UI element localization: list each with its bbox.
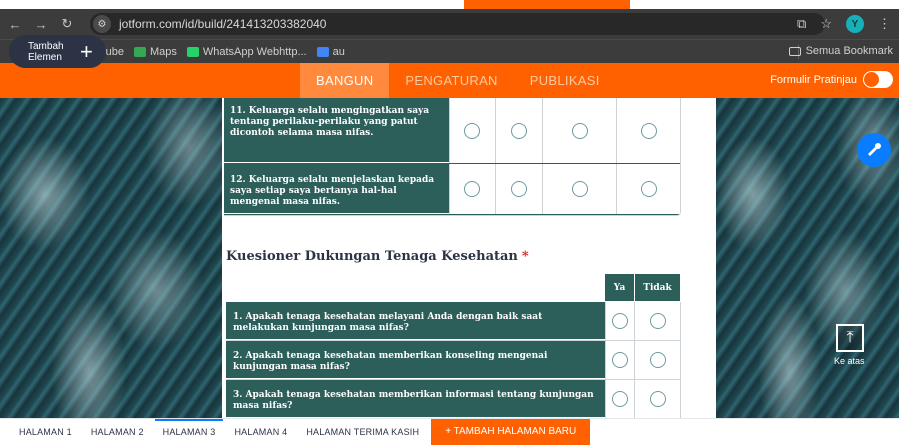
profile-avatar[interactable]: Y bbox=[846, 15, 864, 33]
bookmark-label: WhatsApp Webhttp... bbox=[202, 45, 307, 58]
builder-tab[interactable]: BANGUN bbox=[300, 63, 390, 98]
radio-button[interactable] bbox=[640, 181, 657, 197]
address-bar[interactable]: ⚙ jotform.com/id/build/241413203382040 bbox=[90, 13, 825, 35]
plus-icon: + bbox=[80, 38, 93, 64]
matrix-column-header: Ya bbox=[605, 274, 634, 301]
matrix-cell[interactable] bbox=[495, 164, 542, 214]
bookmark-star-icon[interactable]: ☆ bbox=[820, 16, 832, 32]
matrix-question: 2. Apakah tenaga kesehatan memberikan ko… bbox=[226, 341, 605, 379]
matrix-row: 12. Keluarga selalu menjelaskan kepada s… bbox=[224, 164, 680, 215]
page-tab[interactable]: HALAMAN TERIMA KASIH bbox=[306, 419, 419, 445]
builder-tab[interactable]: PENGATURAN bbox=[389, 63, 513, 98]
matrix-cell[interactable] bbox=[542, 164, 616, 214]
matrix-cell[interactable] bbox=[634, 380, 680, 418]
page-tab[interactable]: HALAMAN 2 bbox=[91, 419, 144, 445]
matrix-cell[interactable] bbox=[448, 98, 496, 163]
matrix-column-headers: Ya Tidak bbox=[605, 274, 681, 301]
matrix-cell[interactable] bbox=[616, 98, 680, 163]
radio-button[interactable] bbox=[649, 313, 666, 329]
bookmark-item[interactable]: Maps bbox=[133, 45, 177, 58]
folder-icon bbox=[788, 46, 801, 56]
matrix-cell[interactable] bbox=[605, 380, 634, 418]
all-bookmarks-button[interactable]: Semua Bookmark bbox=[788, 45, 893, 57]
matrix-question: 3. Apakah tenaga kesehatan memberikan in… bbox=[226, 380, 605, 418]
switch-knob bbox=[864, 72, 879, 87]
matrix-row: 2. Apakah tenaga kesehatan memberikan ko… bbox=[226, 341, 680, 380]
radio-button[interactable] bbox=[511, 181, 528, 197]
matrix-cell[interactable] bbox=[542, 98, 616, 163]
radio-button[interactable] bbox=[571, 122, 588, 139]
bookmark-item[interactable]: WhatsApp Webhttp... bbox=[186, 45, 307, 58]
form-preview-toggle[interactable]: Formulir Pratinjau bbox=[770, 71, 893, 88]
matrix-cell[interactable] bbox=[605, 341, 634, 379]
browser-actions: ⧉ ☆ Y ⋮ bbox=[797, 15, 891, 33]
radio-button[interactable] bbox=[640, 122, 657, 139]
radio-button[interactable] bbox=[612, 352, 628, 368]
page-tab[interactable]: HALAMAN 3 bbox=[154, 418, 224, 445]
browser-toolbar: ← → ↻ ⚙ jotform.com/id/build/24141320338… bbox=[0, 9, 899, 39]
tab-strip bbox=[0, 0, 899, 9]
builder-tab[interactable]: PUBLIKASI bbox=[514, 63, 616, 98]
all-bookmarks-label: Semua Bookmark bbox=[805, 45, 893, 57]
matrix-cell[interactable] bbox=[495, 98, 542, 163]
matrix-question: 1. Apakah tenaga kesehatan melayani Anda… bbox=[226, 302, 605, 340]
bookmark-label: au bbox=[332, 45, 345, 58]
matrix-cell[interactable] bbox=[605, 302, 634, 340]
radio-button[interactable] bbox=[464, 181, 481, 197]
matrix-cell[interactable] bbox=[616, 164, 680, 214]
translate-icon[interactable]: ⧉ bbox=[797, 16, 806, 32]
matrix-kesehatan: 1. Apakah tenaga kesehatan melayani Anda… bbox=[226, 302, 681, 419]
bookmark-icon bbox=[133, 46, 146, 57]
radio-button[interactable] bbox=[511, 122, 528, 139]
required-mark: * bbox=[521, 249, 529, 264]
url-text[interactable]: jotform.com/id/build/241413203382040 bbox=[119, 17, 326, 31]
radio-button[interactable] bbox=[649, 391, 666, 407]
bookmark-item[interactable]: au bbox=[316, 45, 345, 58]
matrix-column-header: Tidak bbox=[634, 274, 680, 301]
matrix-keluarga: 11. Keluarga selalu mengingatkan saya te… bbox=[224, 98, 681, 216]
add-element-button[interactable]: Tambah Elemen + bbox=[9, 35, 106, 68]
matrix-title-text: Kuesioner Dukungan Tenaga Kesehatan bbox=[226, 249, 518, 264]
radio-button[interactable] bbox=[649, 352, 666, 368]
matrix-question: 12. Keluarga selalu menjelaskan kepada s… bbox=[224, 164, 449, 214]
forward-icon[interactable]: → bbox=[30, 17, 52, 32]
matrix-row: 3. Apakah tenaga kesehatan memberikan in… bbox=[226, 380, 680, 419]
active-tab-accent bbox=[464, 0, 630, 9]
matrix-row: 1. Apakah tenaga kesehatan melayani Anda… bbox=[226, 302, 680, 341]
site-settings-icon[interactable]: ⚙ bbox=[93, 15, 111, 33]
bookmarks-bar: GmailYouTubeMapsWhatsApp Webhttp...auSem… bbox=[0, 39, 899, 63]
preview-switch[interactable] bbox=[863, 71, 893, 88]
add-element-label: Tambah Elemen bbox=[28, 40, 64, 63]
menu-icon[interactable]: ⋮ bbox=[878, 16, 891, 32]
matrix-cell[interactable] bbox=[634, 341, 680, 379]
radio-button[interactable] bbox=[612, 391, 628, 407]
reload-icon[interactable]: ↻ bbox=[56, 16, 78, 32]
matrix-question: 11. Keluarga selalu mengingatkan saya te… bbox=[224, 98, 449, 163]
back-to-top-label[interactable]: Ke atas bbox=[834, 356, 865, 366]
back-to-top-icon[interactable]: ⤒ bbox=[836, 324, 864, 352]
matrix-cell[interactable] bbox=[634, 302, 680, 340]
matrix-title: Kuesioner Dukungan Tenaga Kesehatan * bbox=[226, 249, 529, 264]
builder-tabs: BANGUN PENGATURAN PUBLIKASI bbox=[300, 63, 616, 98]
form-designer-button[interactable] bbox=[857, 133, 891, 167]
background-image-left bbox=[0, 98, 222, 418]
page-tab[interactable]: HALAMAN 4 bbox=[234, 419, 287, 445]
preview-label: Formulir Pratinjau bbox=[770, 73, 857, 86]
matrix-row: 11. Keluarga selalu mengingatkan saya te… bbox=[224, 98, 680, 164]
radio-button[interactable] bbox=[571, 181, 588, 197]
page-tab[interactable]: HALAMAN 1 bbox=[19, 419, 72, 445]
paint-roller-icon bbox=[868, 143, 881, 156]
bookmark-icon bbox=[186, 46, 199, 57]
radio-button[interactable] bbox=[612, 313, 628, 329]
builder-header: BANGUN PENGATURAN PUBLIKASI Formulir Prati… bbox=[0, 63, 899, 98]
bookmark-icon bbox=[316, 46, 329, 57]
pages-bar: HALAMAN 1 HALAMAN 2 HALAMAN 3 HALAMAN 4 HALA… bbox=[0, 418, 899, 445]
matrix-cell[interactable] bbox=[448, 164, 496, 214]
add-page-button[interactable]: + TAMBAH HALAMAN BARU bbox=[431, 418, 591, 445]
back-icon[interactable]: ← bbox=[4, 17, 26, 32]
radio-button[interactable] bbox=[464, 122, 481, 139]
bookmark-label: Maps bbox=[149, 45, 177, 58]
